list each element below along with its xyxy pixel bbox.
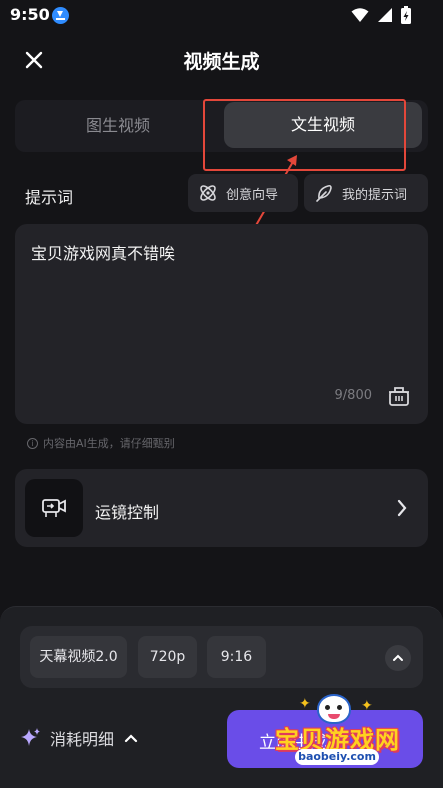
chevron-up-icon (393, 654, 403, 661)
ratio-select[interactable]: 9:16 (207, 636, 266, 678)
cost-details-toggle[interactable]: 消耗明细 (20, 726, 138, 750)
atom-icon (200, 185, 216, 201)
generation-params: 天幕视频2.0 720p 9:16 (20, 626, 423, 688)
prompt-section-label: 提示词 (25, 188, 74, 207)
ai-disclaimer-text: 内容由AI生成，请仔细甄别 (43, 437, 175, 450)
camera-move-icon (42, 499, 66, 517)
resolution-select[interactable]: 720p (138, 636, 197, 678)
character-counter: 9/800 (334, 388, 372, 403)
prompt-text[interactable]: 宝贝游戏网真不错唉 (31, 240, 175, 264)
prompt-input[interactable]: 宝贝游戏网真不错唉 9/800 (15, 224, 428, 424)
camera-control-row[interactable]: 运镜控制 (15, 469, 428, 547)
feather-icon (316, 184, 332, 202)
generate-button[interactable]: 立即生成 (227, 710, 423, 768)
info-icon: i (27, 437, 38, 449)
chevron-up-icon (124, 734, 138, 743)
cost-details-label: 消耗明细 (50, 730, 115, 749)
expand-params-button[interactable] (385, 645, 411, 671)
creative-guide-label: 创意向导 (226, 187, 279, 203)
my-prompts-label: 我的提示词 (342, 187, 408, 203)
clear-prompt-button[interactable] (385, 382, 413, 410)
my-prompts-button[interactable]: 我的提示词 (304, 174, 428, 212)
trash-icon (389, 387, 409, 406)
ai-disclaimer: i 内容由AI生成，请仔细甄别 (27, 435, 175, 451)
chevron-right-icon (397, 499, 407, 517)
generate-label: 立即生成 (259, 733, 327, 753)
camera-icon-tile (25, 479, 83, 537)
model-select[interactable]: 天幕视频2.0 (30, 636, 127, 678)
camera-control-label: 运镜控制 (95, 503, 160, 522)
sparkle-icon (21, 728, 40, 746)
creative-guide-button[interactable]: 创意向导 (188, 174, 298, 212)
